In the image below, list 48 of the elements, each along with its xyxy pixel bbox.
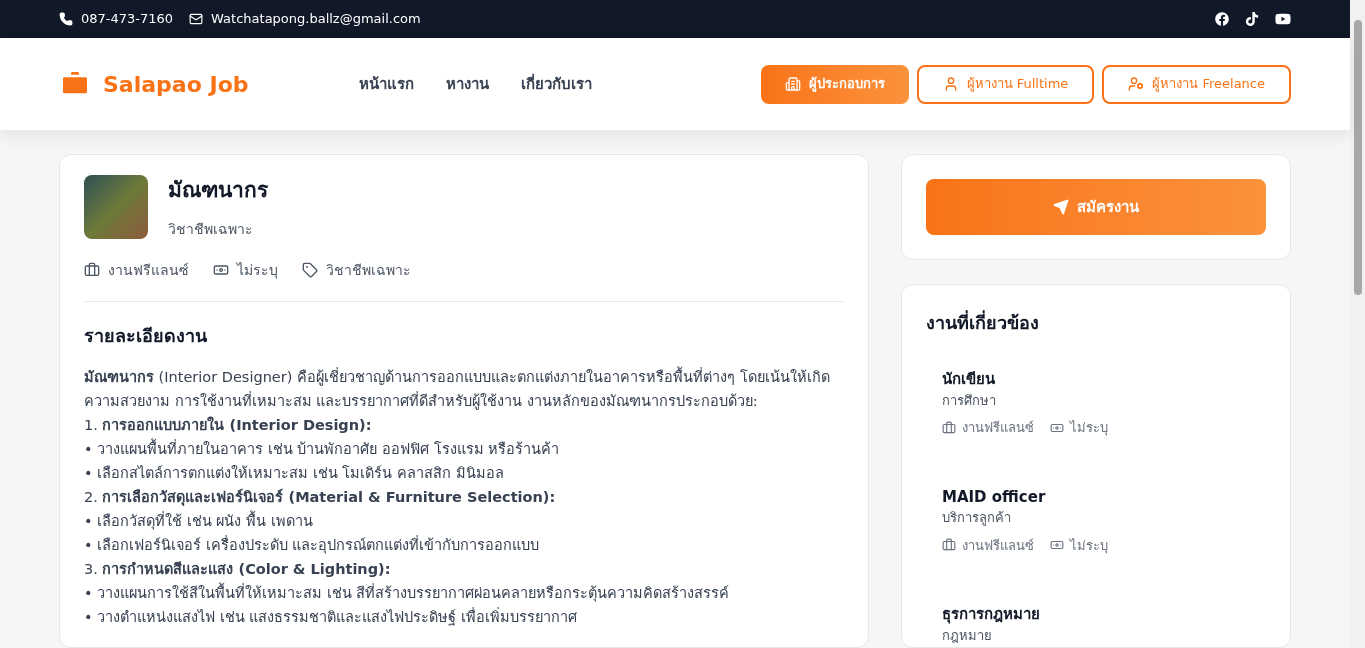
description-line: • เลือกเฟอร์นิเจอร์ เครื่องประดับ และอุปกรณ์ตกแต่งที่เข้ากับการออกแบบ (84, 534, 541, 556)
email-address: Watchatapong.ballz@gmail.com (211, 10, 421, 29)
briefcase-icon (942, 538, 956, 553)
nav-link[interactable]: เกี่ยวกับเรา (521, 72, 592, 96)
description-line: 2. การเลือกวัสดุและเฟอร์นิเจอร์ (Material & Furniture Selection): (84, 487, 557, 508)
description-line: • เลือกวัสดุที่ใช้ เช่น ผนัง พื้น เพดาน (84, 509, 314, 532)
related-job-category: กฎหมาย (942, 626, 993, 645)
nav-link[interactable]: หน้าแรก (359, 72, 414, 96)
related-job-title[interactable]: นักเขียน (942, 368, 1250, 391)
job-meta-text: ไม่ระบุ (237, 260, 278, 281)
description-line: 3. การกำหนดสีและแสง (Color & Lighting): (84, 559, 392, 579)
briefcase-icon (942, 420, 956, 435)
related-job-title[interactable]: MAID officer (942, 485, 1250, 508)
related-job-title[interactable]: ธุรการกฎหมาย (942, 603, 1250, 626)
tiktok-icon[interactable] (1245, 12, 1259, 26)
job-category: วิชาชีพเฉพาะ (168, 219, 254, 239)
related-job-salary: ไม่ระบุ (1070, 419, 1108, 438)
job-meta-text: งานฟรีแลนซ์ (108, 260, 189, 280)
job-title: มัณฑนากร (168, 177, 268, 204)
section-title: รายละเอียดงาน (84, 323, 208, 348)
description-line: • เลือกสไตล์การตกแต่งให้เหมาะสม เช่น โมเดิร์น คลาสสิก มินิมอล (84, 463, 505, 483)
send-icon (1053, 199, 1069, 215)
related-job-category: การศึกษา (942, 391, 997, 410)
scrollbar-thumb[interactable] (1353, 20, 1362, 295)
related-job-type: งานฟรีแลนซ์ (962, 536, 1034, 555)
youtube-icon[interactable] (1275, 11, 1291, 27)
scrollbar[interactable] (1350, 0, 1365, 648)
mail-icon (189, 12, 204, 26)
nav-link[interactable]: หางาน (446, 72, 489, 96)
related-title: งานที่เกี่ยวข้อง (926, 309, 1040, 335)
related-job-type: งานฟรีแลนซ์ (962, 419, 1034, 437)
description-line: • วางตำแหน่งแสงไฟ เช่น แสงธรรมชาติและแสงไฟประดิษฐ์ เพื่อเพิ่มบรรยากาศ (84, 606, 578, 628)
banknote-icon (213, 262, 229, 278)
phone-number: 087-473-7160 (81, 10, 174, 29)
briefcase-icon (84, 262, 100, 278)
tag-icon (302, 262, 318, 278)
description-line: 1. การออกแบบภายใน (Interior Design): (84, 415, 373, 435)
description-line: มัณฑนากร (Interior Designer) คือผู้เชี่ยวชาญด้านการออกแบบและตกแต่งภายในอาคารหรือพื้นที่ต่างๆ โดยเน้นให้เกิดความสวยงาม การใช้งานที่เหมาะสม และบรรยากาศที่ดีสำหรับผู้ใช้งาน งานหลักของมัณฑนากรประกอบด้วย: (84, 365, 831, 412)
job-meta-text: วิชาชีพเฉพาะ (326, 260, 411, 280)
photo-placeholder (84, 175, 148, 239)
description-line: • วางแผนการใช้สีในพื้นที่ให้เหมาะสม เช่น สีที่สร้างบรรยากาศผ่อนคลายหรือกระตุ้นความคิดสร้างสรรค์ (84, 581, 731, 604)
phone-icon (59, 12, 73, 26)
related-job-salary: ไม่ระบุ (1070, 536, 1108, 555)
description-line: • วางแผนพื้นที่ภายในอาคาร เช่น บ้านพักอาศัย ออฟฟิศ โรงแรม หรือร้านค้า (84, 437, 561, 459)
user-gear-icon (1128, 76, 1145, 92)
building-icon (784, 76, 801, 92)
facebook-icon[interactable] (1215, 12, 1229, 26)
related-job-category: บริการลูกค้า (942, 509, 1012, 528)
